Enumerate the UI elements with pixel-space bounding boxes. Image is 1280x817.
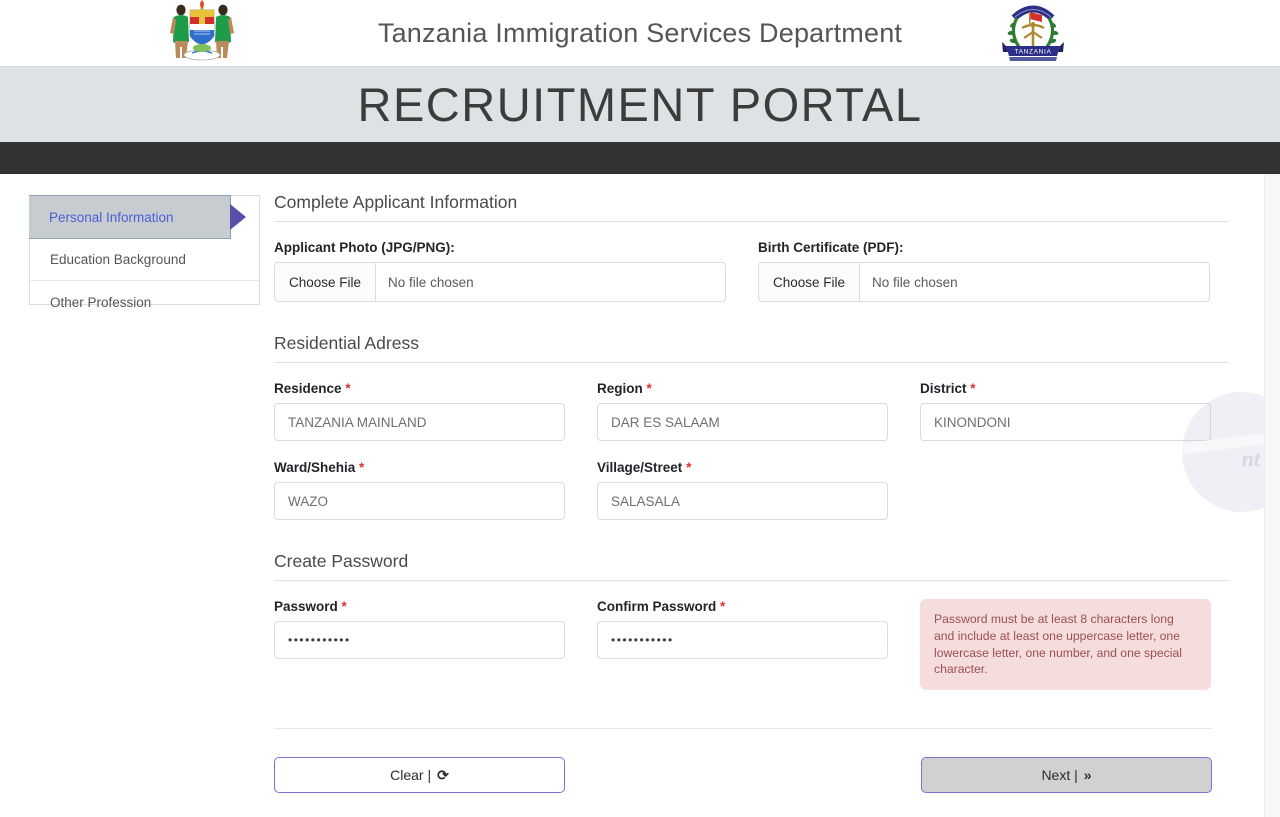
address-row-1: Residence * TANZANIA MAINLAND Region * D…: [274, 381, 1240, 441]
choose-file-button[interactable]: Choose File: [759, 263, 861, 301]
address-row-2: Ward/Shehia * WAZO Village/Street * SALA…: [274, 460, 1240, 520]
district-field: District * KINONDONI: [920, 381, 1211, 441]
password-label: Password *: [274, 599, 347, 614]
clear-button[interactable]: Clear | ⟳: [274, 757, 565, 794]
sidebar-item-other-profession[interactable]: Other Profession: [30, 281, 259, 323]
residence-label: Residence *: [274, 381, 351, 396]
next-button-label: Next |: [1041, 767, 1078, 784]
required-marker: *: [341, 599, 347, 614]
region-field: Region * DAR ES SALAAM: [597, 381, 888, 441]
required-marker: *: [359, 460, 365, 475]
sidebar-item-label: Other Profession: [50, 294, 152, 310]
birth-certificate-file-input[interactable]: Choose File No file chosen: [758, 262, 1210, 302]
confirm-password-field: Confirm Password * •••••••••••: [597, 599, 888, 659]
file-status-text: No file chosen: [872, 274, 958, 290]
immigration-department-badge-logo: TANZANIA: [1002, 5, 1064, 61]
applicant-photo-field: Applicant Photo (JPG/PNG): Choose File N…: [274, 240, 726, 302]
required-marker: *: [345, 381, 351, 396]
residence-input[interactable]: TANZANIA MAINLAND: [274, 403, 565, 441]
required-marker: *: [970, 381, 976, 396]
residence-field: Residence * TANZANIA MAINLAND: [274, 381, 565, 441]
step-sidebar: Personal Information Education Backgroun…: [29, 195, 260, 310]
chevron-double-right-icon: »: [1083, 767, 1092, 784]
region-input[interactable]: DAR ES SALAAM: [597, 403, 888, 441]
required-marker: *: [646, 381, 652, 396]
clear-button-label: Clear |: [390, 767, 432, 784]
password-requirements-hint: Password must be at least 8 characters l…: [920, 599, 1211, 691]
upload-row: Applicant Photo (JPG/PNG): Choose File N…: [274, 240, 1240, 302]
district-label: District *: [920, 381, 976, 396]
birth-certificate-label: Birth Certificate (PDF):: [758, 240, 904, 255]
village-street-input[interactable]: SALASALA: [597, 482, 888, 520]
choose-file-button[interactable]: Choose File: [275, 263, 377, 301]
applicant-photo-label: Applicant Photo (JPG/PNG):: [274, 240, 455, 255]
village-street-label: Village/Street *: [597, 460, 692, 475]
district-input[interactable]: KINONDONI: [920, 403, 1211, 441]
tanzania-coat-of-arms-logo: [170, 0, 234, 61]
section-title-applicant-information: Complete Applicant Information: [274, 192, 1229, 222]
region-label: Region *: [597, 381, 652, 396]
birth-certificate-field: Birth Certificate (PDF): Choose File No …: [758, 240, 1210, 302]
next-button[interactable]: Next | »: [921, 757, 1212, 794]
section-title-residential-address: Residential Adress: [274, 333, 1229, 363]
brand-title: Tanzania Immigration Services Department: [377, 17, 903, 48]
portal-title-band: RECRUITMENT PORTAL: [0, 66, 1280, 142]
password-row: Password * ••••••••••• Confirm Password …: [274, 599, 1240, 691]
village-street-field: Village/Street * SALASALA: [597, 460, 888, 520]
vertical-scrollbar[interactable]: [1264, 174, 1280, 817]
ward-shehia-label: Ward/Shehia *: [274, 460, 365, 475]
sidebar-item-personal-information[interactable]: Personal Information: [29, 195, 246, 239]
svg-text:TANZANIA: TANZANIA: [1015, 48, 1052, 55]
refresh-icon: ⟳: [437, 766, 449, 783]
applicant-photo-file-input[interactable]: Choose File No file chosen: [274, 262, 726, 302]
sidebar-item-label: Education Background: [50, 252, 186, 267]
required-marker: *: [720, 599, 726, 614]
password-hint-wrapper: Password must be at least 8 characters l…: [920, 599, 1211, 691]
address-row-2-spacer: [920, 460, 1211, 520]
confirm-password-input[interactable]: •••••••••••: [597, 621, 888, 659]
confirm-password-label: Confirm Password *: [597, 599, 726, 614]
top-navbar: [0, 142, 1280, 174]
required-marker: *: [686, 460, 692, 475]
portal-title: RECRUITMENT PORTAL: [357, 78, 923, 131]
section-title-create-password: Create Password: [274, 551, 1229, 581]
password-field: Password * •••••••••••: [274, 599, 565, 659]
active-step-arrow-icon: [230, 204, 246, 230]
form-action-row: Clear | ⟳ Next | »: [274, 728, 1212, 794]
form-main-column: Complete Applicant Information Applicant…: [260, 174, 1280, 817]
password-input[interactable]: •••••••••••: [274, 621, 565, 659]
brand-header: Tanzania Immigration Services Department…: [0, 0, 1280, 66]
sidebar-item-label: Personal Information: [49, 209, 174, 225]
ward-shehia-field: Ward/Shehia * WAZO: [274, 460, 565, 520]
page-body: nt Personal Information Education Backgr…: [0, 174, 1280, 817]
ward-shehia-input[interactable]: WAZO: [274, 482, 565, 520]
sidebar-item-education-background[interactable]: Education Background: [30, 239, 259, 281]
file-status-text: No file chosen: [388, 274, 474, 290]
